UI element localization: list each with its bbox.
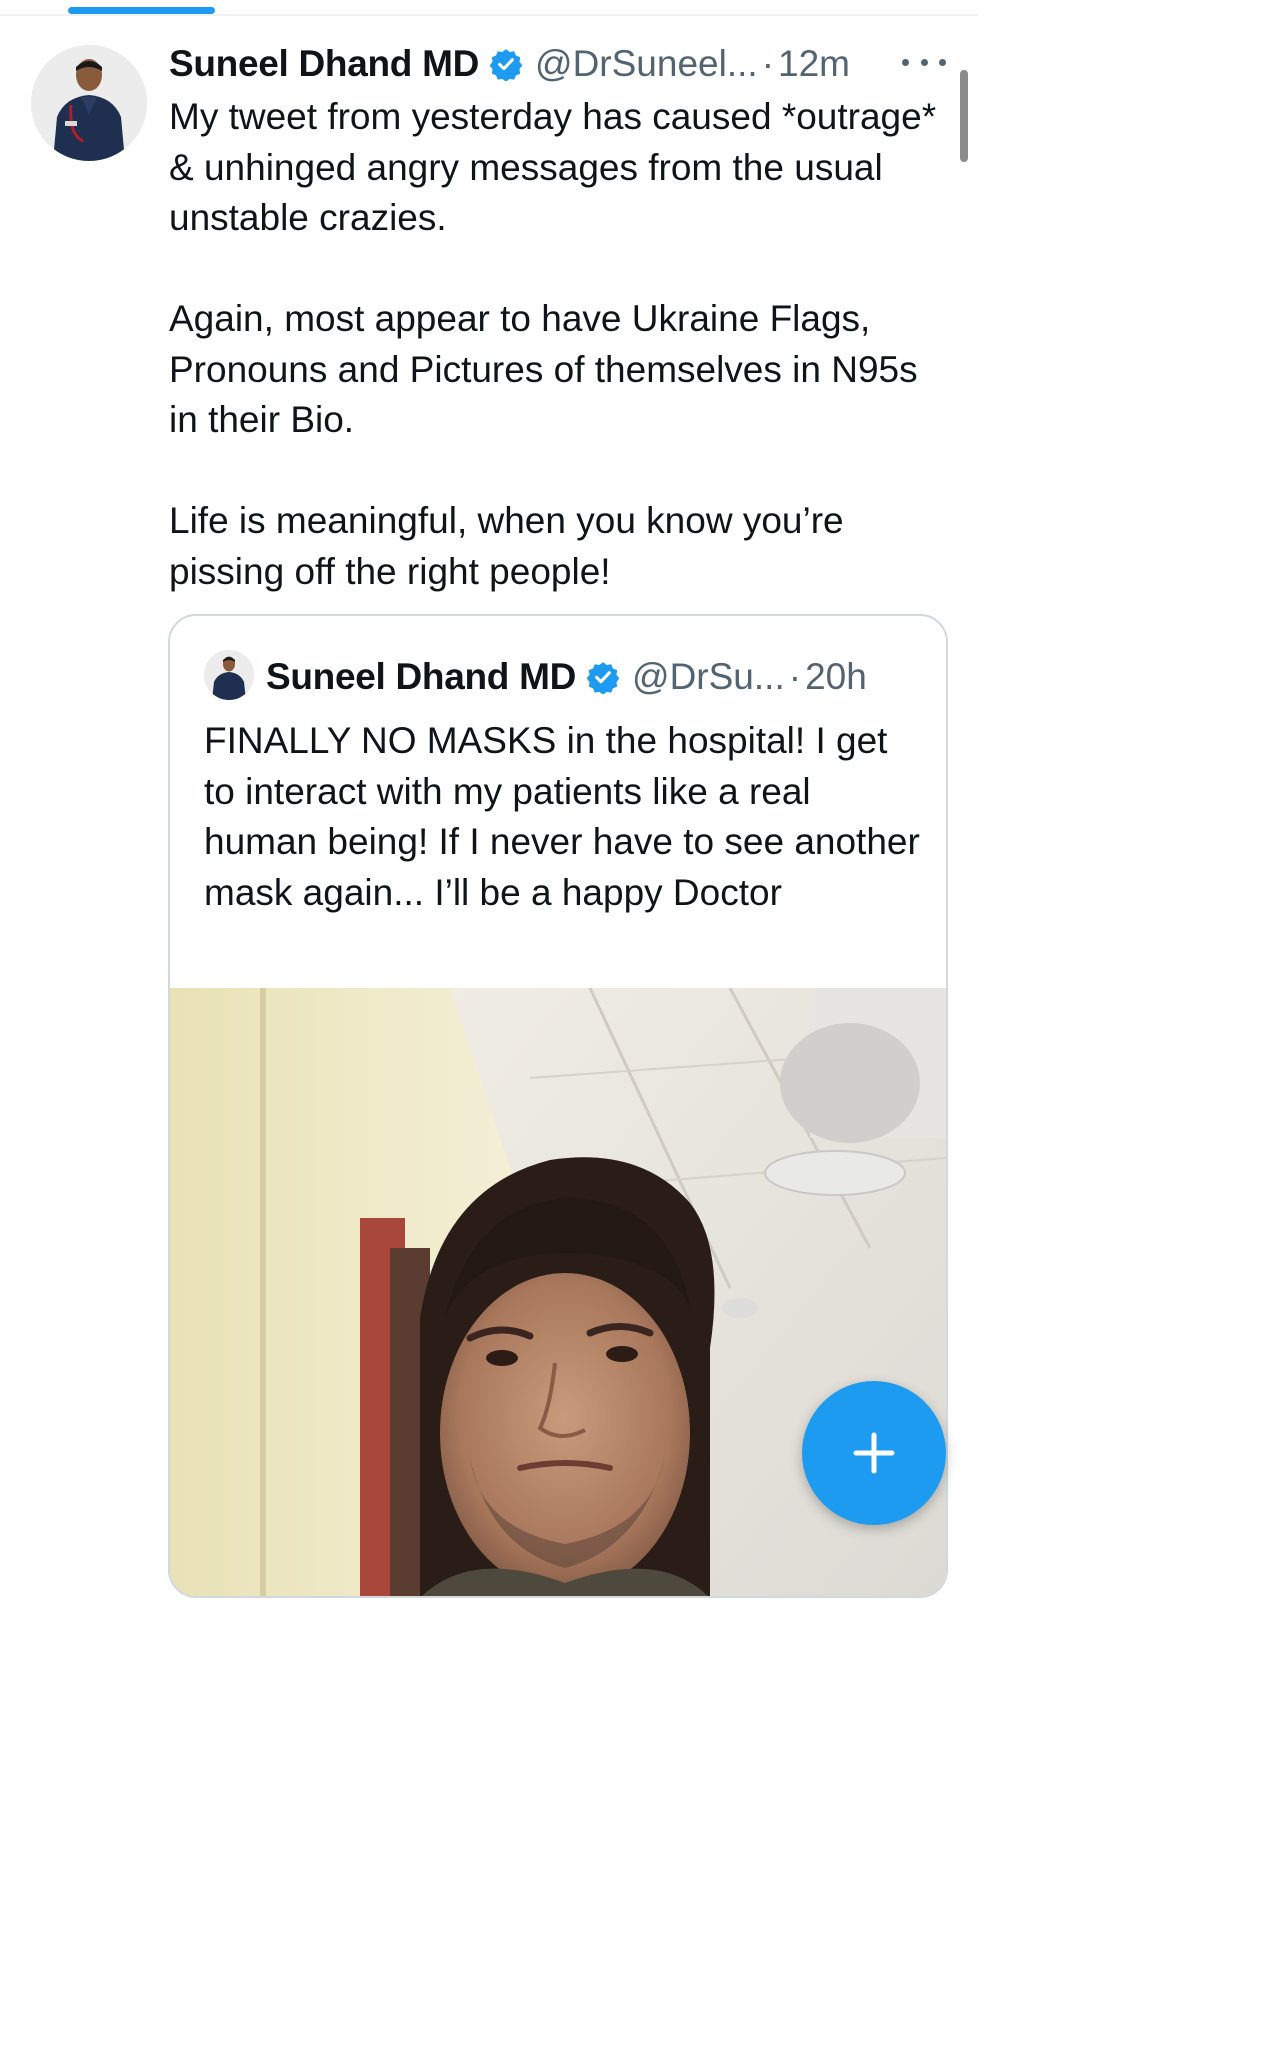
separator-dot: · (788, 656, 802, 697)
verified-badge-icon (586, 660, 620, 695)
active-tab-indicator (68, 7, 215, 14)
tweet-timestamp[interactable]: 12m (778, 43, 850, 85)
quoted-author-name: Suneel Dhand MD (266, 656, 577, 697)
quoted-author-handle: @DrSu... (632, 656, 785, 697)
tweet-paragraph: Again, most appear to have Ukraine Flags… (169, 298, 918, 440)
author-name[interactable]: Suneel Dhand MD (169, 43, 479, 85)
tweet-paragraph: My tweet from yesterday has caused *outr… (169, 96, 937, 238)
tweet-paragraph: Life is meaningful, when you know you’re… (169, 500, 844, 592)
quoted-author-avatar (204, 650, 254, 700)
compose-plus-icon[interactable] (802, 1381, 946, 1525)
quoted-tweet-header: Suneel Dhand MD @DrSu... · 20h (266, 654, 867, 700)
tweet-header: Suneel Dhand MD @DrSuneel... · 12m (169, 40, 949, 88)
verified-badge-icon (489, 47, 523, 82)
quoted-tweet-timestamp: 20h (805, 656, 867, 697)
quoted-tweet-body: FINALLY NO MASKS in the hospital! I get … (204, 720, 920, 913)
more-options-icon[interactable] (902, 50, 946, 74)
author-handle[interactable]: @DrSuneel... (535, 43, 758, 85)
tweet-body: My tweet from yesterday has caused *outr… (169, 92, 949, 648)
separator-dot: · (761, 43, 775, 84)
top-divider (0, 14, 978, 16)
author-avatar[interactable] (31, 45, 147, 161)
scrollbar-thumb[interactable] (960, 70, 968, 162)
